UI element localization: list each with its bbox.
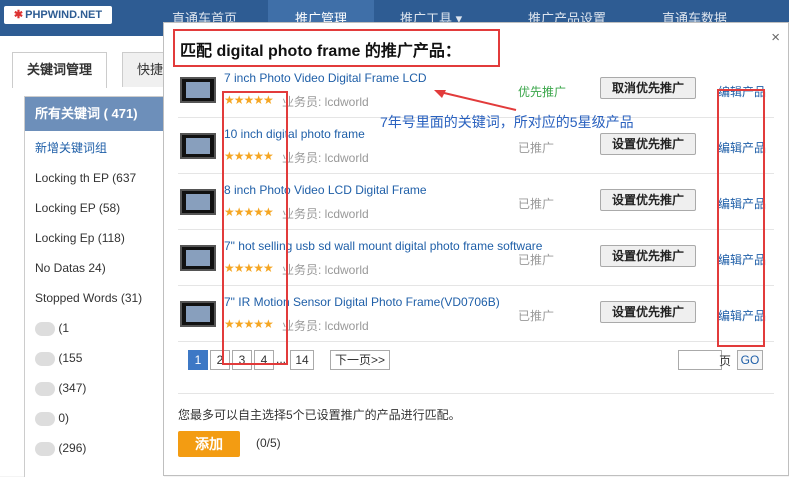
all-keywords-item[interactable]: 所有关键词 ( 471) xyxy=(25,97,164,131)
page-button[interactable]: 1 xyxy=(188,350,208,370)
selection-count: (0/5) xyxy=(256,436,281,450)
divider xyxy=(178,393,774,394)
selection-note: 您最多可以自主选择5个已设置推广的产品进行匹配。 xyxy=(178,408,461,422)
keyword-group-item[interactable]: (296) xyxy=(35,441,86,456)
go-button[interactable]: GO xyxy=(737,350,763,370)
stars-highlight-box xyxy=(222,91,288,365)
keyword-group-item[interactable]: Locking Ep (118) xyxy=(35,231,125,245)
close-icon[interactable]: × xyxy=(771,29,780,46)
keyword-group-list: 所有关键词 ( 471) 新增关键词组 Locking th EP (637 L… xyxy=(24,96,164,477)
set-priority-button[interactable]: 设置优先推广 xyxy=(600,301,696,323)
site-logo[interactable]: ✱ PHPWIND.NET xyxy=(4,6,112,24)
add-button[interactable]: 添加 xyxy=(178,431,240,457)
set-priority-button[interactable]: 设置优先推广 xyxy=(600,133,696,155)
keyword-group-count: (1 xyxy=(58,321,70,335)
blurred-text xyxy=(35,381,55,396)
keyword-group-count: (155 xyxy=(58,351,83,365)
keyword-group-count: (347) xyxy=(58,381,87,395)
edit-links-highlight-box xyxy=(717,89,765,347)
keyword-group-count: 0) xyxy=(58,411,70,425)
blurred-text xyxy=(35,321,55,336)
status-label: 已推广 xyxy=(518,197,555,211)
owner-label: 业务员: lcdworld xyxy=(282,207,369,221)
star-icon: ✱ xyxy=(13,9,24,21)
product-name-link[interactable]: 7 inch Photo Video Digital Frame LCD xyxy=(224,71,427,85)
owner-label: 业务员: lcdworld xyxy=(282,319,369,333)
blurred-text xyxy=(35,351,55,366)
tab-keyword-management[interactable]: 关键词管理 xyxy=(12,52,108,88)
keyword-group-item[interactable]: (1 xyxy=(35,321,69,336)
keyword-group-item[interactable]: No Datas 24) xyxy=(35,261,106,275)
logo-text: PHPWIND.NET xyxy=(25,9,103,21)
blurred-text xyxy=(35,441,55,456)
keyword-group-item[interactable]: (155 xyxy=(35,351,82,366)
status-label: 已推广 xyxy=(518,309,555,323)
product-thumbnail[interactable] xyxy=(180,77,216,103)
annotation-arrow-icon xyxy=(434,90,517,111)
keyword-group-item[interactable]: Stopped Words (31) xyxy=(35,291,142,305)
product-thumbnail[interactable] xyxy=(180,133,216,159)
keyword-group-item[interactable]: Locking th EP (637 xyxy=(35,171,136,185)
set-priority-button[interactable]: 设置优先推广 xyxy=(600,245,696,267)
status-label: 已推广 xyxy=(518,253,555,267)
set-priority-button[interactable]: 设置优先推广 xyxy=(600,189,696,211)
page-button-last[interactable]: 14 xyxy=(290,350,314,370)
next-page-button[interactable]: 下一页>> xyxy=(330,350,390,370)
status-label: 已推广 xyxy=(518,141,555,155)
page-number-input[interactable] xyxy=(678,350,722,370)
product-thumbnail[interactable] xyxy=(180,245,216,271)
owner-label: 业务员: lcdworld xyxy=(282,263,369,277)
owner-label: 业务员: lcdworld xyxy=(282,151,369,165)
cancel-priority-button[interactable]: 取消优先推广 xyxy=(600,77,696,99)
annotation-text: 7年号里面的关键词，所对应的5星级产品 xyxy=(380,114,634,130)
owner-label: 业务员: lcdworld xyxy=(282,95,369,109)
keyword-group-count: (296) xyxy=(58,441,87,455)
page-label: 页 xyxy=(719,354,732,368)
product-thumbnail[interactable] xyxy=(180,189,216,215)
blurred-text xyxy=(35,411,55,426)
product-thumbnail[interactable] xyxy=(180,301,216,327)
keyword-group-item[interactable]: (347) xyxy=(35,381,86,396)
keyword-group-item[interactable]: Locking EP (58) xyxy=(35,201,120,215)
keyword-group-item[interactable]: 0) xyxy=(35,411,69,426)
status-label: 优先推广 xyxy=(518,85,567,99)
new-keyword-group-link[interactable]: 新增关键词组 xyxy=(35,139,107,156)
left-panel: 关键词管理 快捷 所有关键词 ( 471) 新增关键词组 Locking th … xyxy=(0,36,192,477)
dialog-title: 匹配 digital photo frame 的推广产品： xyxy=(180,43,461,60)
